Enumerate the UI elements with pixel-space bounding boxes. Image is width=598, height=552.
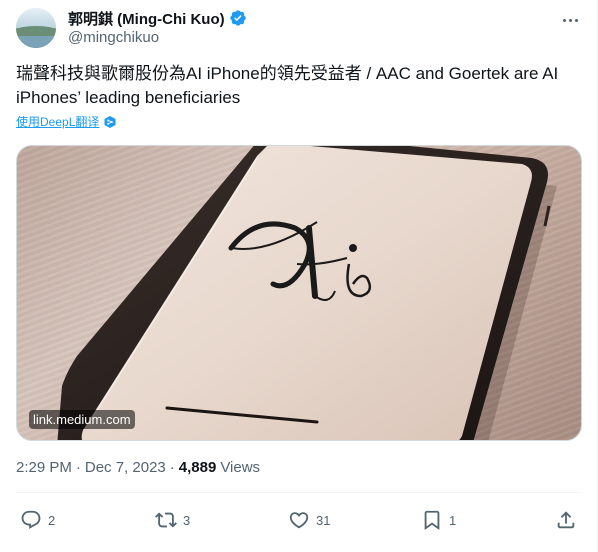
deepl-icon [103, 115, 117, 129]
avatar[interactable] [16, 8, 56, 48]
bookmark-count: 1 [449, 512, 457, 528]
more-dot [568, 18, 572, 22]
link-card-image[interactable]: link.medium.com [16, 145, 582, 441]
retweet-icon [155, 512, 177, 528]
tweet-time[interactable]: 2:29 PM [16, 459, 72, 476]
views-label: Views [220, 459, 261, 476]
user-handle[interactable]: @mingchikuo [68, 29, 159, 46]
divider [16, 492, 581, 493]
tweet-meta: 2:29 PM · Dec 7, 2023 · 4,889 Views [16, 459, 260, 476]
more-dot [574, 18, 578, 22]
reply-button[interactable]: 2 [20, 505, 55, 535]
name-row: 郭明錤 (Ming-Chi Kuo) [68, 8, 247, 28]
link-domain-badge: link.medium.com [29, 410, 135, 429]
reply-icon [21, 510, 41, 529]
translate-label: 使用DeepL翻译 [16, 115, 100, 129]
avatar-water [16, 36, 56, 48]
meta-separator: · [169, 459, 175, 476]
tweet-card: 郭明錤 (Ming-Chi Kuo) @mingchikuo 瑞聲科技與歌爾股份… [0, 0, 598, 552]
verified-badge-icon[interactable] [229, 9, 247, 27]
more-options-button[interactable] [557, 10, 583, 30]
retweet-count: 3 [183, 512, 191, 528]
action-bar: 2 3 31 1 [16, 505, 582, 535]
bookmark-button[interactable]: 1 [421, 505, 456, 535]
like-button[interactable]: 31 [288, 505, 330, 535]
heart-icon [289, 512, 309, 529]
translate-link[interactable]: 使用DeepL翻译 [16, 113, 117, 130]
retweet-button[interactable]: 3 [155, 505, 190, 535]
like-count: 31 [316, 512, 331, 528]
avatar-sky [16, 8, 56, 28]
phone-illustration [57, 146, 557, 440]
tweet-text: 瑞聲科技與歌爾股份為AI iPhone的領先受益者 / AAC and Goer… [16, 64, 563, 107]
tweet-date[interactable]: Dec 7, 2023 [85, 459, 166, 476]
share-icon [557, 511, 575, 529]
share-button[interactable] [555, 505, 577, 535]
views-count: 4,889 [178, 459, 217, 476]
reply-count: 2 [48, 512, 56, 528]
display-name[interactable]: 郭明錤 (Ming-Chi Kuo) [68, 8, 225, 29]
bookmark-icon [424, 510, 440, 531]
more-dot [562, 18, 566, 22]
meta-separator: · [75, 459, 81, 476]
